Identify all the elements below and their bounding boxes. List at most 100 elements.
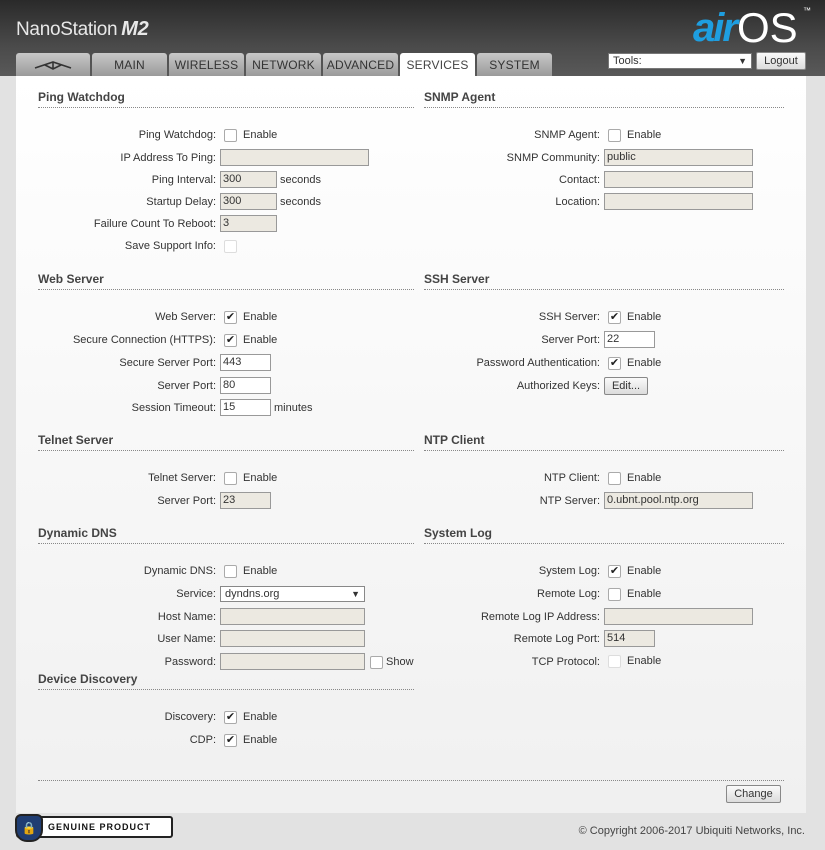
show-password-label: Show bbox=[386, 656, 414, 668]
tab-main[interactable]: MAIN bbox=[92, 53, 167, 76]
ddns-service-select[interactable]: dyndns.org ▼ bbox=[220, 586, 365, 602]
snmp-agent-enable: Enable bbox=[627, 129, 662, 141]
copyright-text: © Copyright 2006-2017 Ubiquiti Networks,… bbox=[578, 825, 805, 837]
failure-count-input[interactable]: 3 bbox=[220, 215, 277, 232]
web-port-label: Server Port: bbox=[157, 380, 216, 392]
change-button[interactable]: Change bbox=[726, 785, 781, 803]
tab-system[interactable]: SYSTEM bbox=[477, 53, 552, 76]
ddns-checkbox[interactable] bbox=[224, 565, 237, 578]
remote-log-ip-input[interactable] bbox=[604, 608, 753, 625]
edit-keys-button[interactable]: Edit... bbox=[604, 377, 648, 395]
ssh-server-checkbox[interactable]: ✔ bbox=[608, 311, 621, 324]
system-log-label: System Log: bbox=[538, 565, 600, 577]
cdp-checkbox[interactable]: ✔ bbox=[224, 734, 237, 747]
logo-tm: ™ bbox=[803, 6, 811, 15]
session-timeout-input[interactable]: 15 bbox=[220, 399, 271, 416]
telnet-port-label: Server Port: bbox=[157, 495, 216, 507]
snmp-agent-label: SNMP Agent: bbox=[534, 129, 600, 141]
chevron-down-icon: ▼ bbox=[738, 56, 747, 66]
secure-port-label: Secure Server Port: bbox=[119, 357, 216, 369]
web-server-label: Web Server: bbox=[155, 311, 216, 323]
product-name: NanoStation M2 bbox=[16, 18, 149, 40]
product-model: M2 bbox=[121, 18, 149, 40]
snmp-agent-checkbox[interactable] bbox=[608, 129, 621, 142]
logout-button[interactable]: Logout bbox=[756, 52, 806, 70]
tools-select[interactable]: Tools: ▼ bbox=[608, 53, 752, 69]
ssh-port-label: Server Port: bbox=[541, 334, 600, 346]
remote-log-checkbox[interactable] bbox=[608, 588, 621, 601]
startup-delay-input[interactable]: 300 bbox=[220, 193, 277, 210]
remote-log-port-label: Remote Log Port: bbox=[513, 633, 600, 645]
snmp-community-input[interactable]: public bbox=[604, 149, 753, 166]
section-snmp-agent: SNMP Agent bbox=[424, 90, 784, 108]
section-ping-watchdog: Ping Watchdog bbox=[38, 90, 414, 108]
session-timeout-unit: minutes bbox=[274, 402, 313, 414]
web-server-checkbox[interactable]: ✔ bbox=[224, 311, 237, 324]
system-log-enable: Enable bbox=[627, 565, 662, 577]
host-name-label: Host Name: bbox=[157, 611, 216, 623]
tab-network[interactable]: NETWORK bbox=[246, 53, 321, 76]
ddns-label: Dynamic DNS: bbox=[143, 565, 216, 577]
ping-interval-unit: seconds bbox=[280, 174, 321, 186]
section-ssh-server: SSH Server bbox=[424, 272, 784, 290]
https-checkbox[interactable]: ✔ bbox=[224, 334, 237, 347]
telnet-port-input[interactable]: 23 bbox=[220, 492, 271, 509]
remote-log-label: Remote Log: bbox=[537, 588, 600, 600]
ping-watchdog-checkbox[interactable] bbox=[224, 129, 237, 142]
host-name-input[interactable] bbox=[220, 608, 365, 625]
tcp-protocol-enable: Enable bbox=[627, 655, 662, 667]
https-label: Secure Connection (HTTPS): bbox=[72, 334, 216, 346]
snmp-location-label: Location: bbox=[555, 196, 600, 208]
ddns-password-label: Password: bbox=[164, 656, 216, 668]
ntp-client-label: NTP Client: bbox=[543, 472, 600, 484]
ping-ip-input[interactable] bbox=[220, 149, 369, 166]
section-dynamic-dns: Dynamic DNS bbox=[38, 526, 414, 544]
ping-interval-input[interactable]: 300 bbox=[220, 171, 277, 188]
discovery-checkbox[interactable]: ✔ bbox=[224, 711, 237, 724]
remote-log-enable: Enable bbox=[627, 588, 662, 600]
tab-wireless[interactable]: WIRELESS bbox=[169, 53, 244, 76]
snmp-community-label: SNMP Community: bbox=[506, 152, 600, 164]
telnet-server-checkbox[interactable] bbox=[224, 472, 237, 485]
section-system-log: System Log bbox=[424, 526, 784, 544]
startup-delay-label: Startup Delay: bbox=[146, 196, 216, 208]
ddns-password-input[interactable] bbox=[220, 653, 365, 670]
session-timeout-label: Session Timeout: bbox=[131, 402, 216, 414]
ntp-server-input[interactable]: 0.ubnt.pool.ntp.org bbox=[604, 492, 753, 509]
ntp-client-checkbox[interactable] bbox=[608, 472, 621, 485]
tcp-protocol-checkbox[interactable] bbox=[608, 655, 621, 668]
system-log-checkbox[interactable]: ✔ bbox=[608, 565, 621, 578]
ping-watchdog-label: Ping Watchdog: bbox=[138, 129, 216, 141]
save-support-label: Save Support Info: bbox=[124, 240, 216, 252]
ddns-enable: Enable bbox=[243, 565, 278, 577]
main-tabs: MAIN WIRELESS NETWORK ADVANCED SERVICES … bbox=[16, 53, 554, 76]
discovery-enable: Enable bbox=[243, 711, 278, 723]
ping-watchdog-enable: Enable bbox=[243, 129, 278, 141]
airos-logo: air OS ™ bbox=[693, 2, 811, 52]
show-password-checkbox[interactable] bbox=[370, 656, 383, 669]
cdp-enable: Enable bbox=[243, 734, 278, 746]
password-auth-checkbox[interactable]: ✔ bbox=[608, 357, 621, 370]
tab-ubnt-logo[interactable] bbox=[16, 53, 90, 76]
snmp-location-input[interactable] bbox=[604, 193, 753, 210]
cdp-label: CDP: bbox=[189, 734, 216, 746]
telnet-server-enable: Enable bbox=[243, 472, 278, 484]
ssh-port-input[interactable]: 22 bbox=[604, 331, 655, 348]
tab-advanced[interactable]: ADVANCED bbox=[323, 53, 398, 76]
snmp-contact-input[interactable] bbox=[604, 171, 753, 188]
secure-port-input[interactable]: 443 bbox=[220, 354, 271, 371]
save-support-checkbox[interactable] bbox=[224, 240, 237, 253]
section-ntp-client: NTP Client bbox=[424, 433, 784, 451]
logo-air: air bbox=[693, 6, 738, 50]
tcp-protocol-label: TCP Protocol: bbox=[531, 656, 600, 668]
user-name-input[interactable] bbox=[220, 630, 365, 647]
web-server-enable: Enable bbox=[243, 311, 278, 323]
ping-interval-label: Ping Interval: bbox=[151, 174, 216, 186]
https-enable: Enable bbox=[243, 334, 278, 346]
failure-count-label: Failure Count To Reboot: bbox=[93, 218, 216, 230]
tab-services[interactable]: SERVICES bbox=[400, 53, 475, 76]
remote-log-port-input[interactable]: 514 bbox=[604, 630, 655, 647]
password-auth-enable: Enable bbox=[627, 357, 662, 369]
section-telnet-server: Telnet Server bbox=[38, 433, 414, 451]
web-port-input[interactable]: 80 bbox=[220, 377, 271, 394]
